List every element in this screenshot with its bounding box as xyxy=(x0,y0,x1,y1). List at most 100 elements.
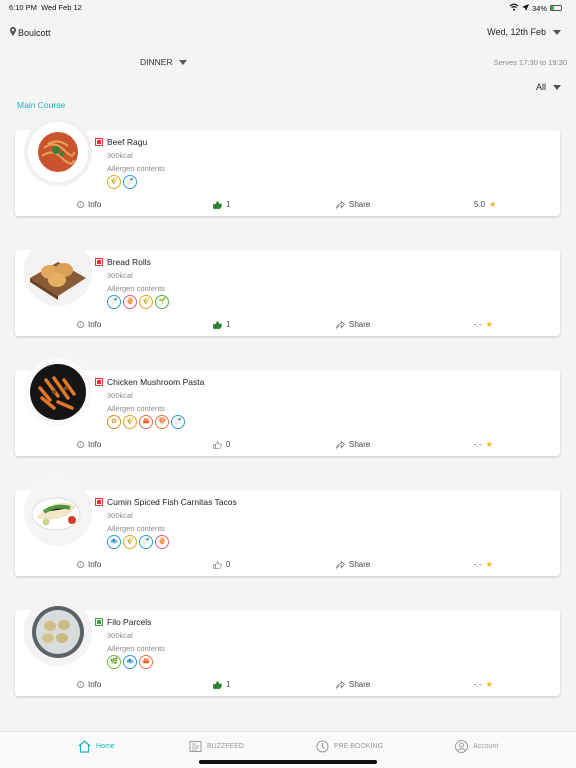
home-icon xyxy=(78,740,91,753)
rating-value: -.- xyxy=(474,440,482,449)
soy-icon: 🌱 xyxy=(155,295,169,309)
rating[interactable]: -.- ★ xyxy=(474,680,493,689)
filter-selector[interactable]: All xyxy=(536,82,561,92)
tab-pre-booking[interactable]: PRE BOOKING xyxy=(315,739,383,754)
info-button[interactable]: i Info xyxy=(77,320,101,329)
nonveg-indicator-icon xyxy=(95,138,103,146)
menu-card[interactable]: Filo Parcels 300kcal Allergen contents 🌿 🐟 🦀 i… xyxy=(15,598,560,696)
share-icon xyxy=(336,680,345,689)
info-button[interactable]: i Info xyxy=(77,680,101,689)
rating[interactable]: -.- ★ xyxy=(474,440,493,449)
star-icon: ★ xyxy=(489,200,497,209)
dish-photo[interactable] xyxy=(24,358,92,426)
celery-icon: 🌿 xyxy=(107,655,121,669)
star-icon: ★ xyxy=(485,320,493,329)
rating-value: -.- xyxy=(474,560,482,569)
star-icon: ★ xyxy=(485,560,493,569)
menu-card[interactable]: Chicken Mushroom Pasta 300kcal Allergen co… xyxy=(15,358,560,456)
veg-indicator-icon xyxy=(95,618,103,626)
share-label: Share xyxy=(349,320,371,329)
card-actions: i Info 0 Share -.- ★ xyxy=(15,560,560,572)
tab-account[interactable]: Account xyxy=(454,739,498,754)
dish-name[interactable]: Cumin Spiced Fish Carnitas Tacos xyxy=(107,497,237,507)
tab-pre-booking-label: PRE BOOKING xyxy=(334,743,384,750)
menu-card[interactable]: Beef Ragu 300kcal Allergen contents 🌾 🍼 i Info… xyxy=(15,118,560,216)
share-button[interactable]: Share xyxy=(336,560,370,569)
rating[interactable]: -.- ★ xyxy=(474,320,493,329)
allergen-label: Allergen contents xyxy=(107,164,165,173)
tab-home[interactable]: Home xyxy=(77,739,115,754)
info-icon: i xyxy=(77,321,84,328)
status-bar: 6:10 PM Wed Feb 12 34% xyxy=(0,0,576,14)
battery-icon xyxy=(550,5,562,11)
thumbs-up-icon xyxy=(213,680,222,689)
info-icon: i xyxy=(77,441,84,448)
nonveg-indicator-icon xyxy=(95,498,103,506)
chevron-down-icon xyxy=(553,29,561,35)
dish-kcal: 300kcal xyxy=(107,511,133,520)
menu-card[interactable]: Cumin Spiced Fish Carnitas Tacos 300kcal A… xyxy=(15,478,560,576)
share-label: Share xyxy=(349,680,371,689)
card-actions: i Info 0 Share -.- ★ xyxy=(15,440,560,452)
dish-kcal: 300kcal xyxy=(107,631,133,640)
date-selector[interactable]: Wed, 12th Feb xyxy=(487,27,561,37)
tab-buzzfeed-label: BUZZFEED xyxy=(207,743,244,750)
like-count: 0 xyxy=(226,440,231,449)
tab-buzzfeed[interactable]: BUZZFEED xyxy=(188,739,244,754)
wheat-icon: 🌾 xyxy=(123,535,137,549)
rating-value: 5.0 xyxy=(474,200,486,209)
dish-photo[interactable] xyxy=(24,478,92,546)
dish-photo[interactable] xyxy=(24,238,92,306)
info-icon: i xyxy=(77,201,84,208)
card-actions: i Info 1 Share -.- ★ xyxy=(15,320,560,332)
location-arrow-icon xyxy=(521,3,529,13)
milk-bottle-icon: 🍼 xyxy=(171,415,185,429)
share-icon xyxy=(336,320,345,329)
rating[interactable]: 5.0 ★ xyxy=(474,200,496,209)
info-label: Info xyxy=(88,560,102,569)
meal-selector[interactable]: DINNER xyxy=(140,57,187,67)
like-count: 1 xyxy=(226,320,231,329)
share-button[interactable]: Share xyxy=(336,320,370,329)
dish-name[interactable]: Filo Parcels xyxy=(107,617,151,627)
like-button[interactable]: 0 xyxy=(213,560,230,569)
like-button[interactable]: 1 xyxy=(213,320,230,329)
location-selector[interactable]: Boulcott xyxy=(10,27,51,38)
allergen-label: Allergen contents xyxy=(107,524,165,533)
tab-home-label: Home xyxy=(96,743,115,750)
like-count: 0 xyxy=(226,560,231,569)
fish-icon: 🐟 xyxy=(107,535,121,549)
dish-photo[interactable] xyxy=(24,598,92,666)
rating[interactable]: -.- ★ xyxy=(474,560,493,569)
status-right: 34% xyxy=(509,3,562,13)
milk-bottle-icon: 🍼 xyxy=(107,295,121,309)
mushroom-icon: 🍄 xyxy=(155,415,169,429)
dish-name[interactable]: Bread Rolls xyxy=(107,257,151,267)
info-button[interactable]: i Info xyxy=(77,200,101,209)
rating-value: -.- xyxy=(474,320,482,329)
info-button[interactable]: i Info xyxy=(77,440,101,449)
menu-card[interactable]: Bread Rolls 300kcal Allergen contents 🍼 🥚 🌾 🌱 i… xyxy=(15,238,560,336)
dish-name[interactable]: Beef Ragu xyxy=(107,137,147,147)
allergen-list: ✿ 🌾 🦀 🍄 🍼 xyxy=(107,415,185,429)
rating-value: -.- xyxy=(474,680,482,689)
like-button[interactable]: 1 xyxy=(213,200,230,209)
share-button[interactable]: Share xyxy=(336,680,370,689)
dish-kcal: 300kcal xyxy=(107,151,133,160)
section-title: Main Course xyxy=(17,100,66,110)
meal-label: DINNER xyxy=(140,57,173,67)
serves-time: Serves 17:30 to 19:30 xyxy=(493,58,567,67)
map-pin-icon xyxy=(10,27,16,38)
dish-name[interactable]: Chicken Mushroom Pasta xyxy=(107,377,204,387)
thumbs-up-icon xyxy=(213,320,222,329)
battery-percent: 34% xyxy=(531,3,547,13)
share-button[interactable]: Share xyxy=(336,440,370,449)
share-button[interactable]: Share xyxy=(336,200,370,209)
nonveg-indicator-icon xyxy=(95,258,103,266)
egg-icon: 🥚 xyxy=(155,535,169,549)
star-icon: ★ xyxy=(485,440,493,449)
info-button[interactable]: i Info xyxy=(77,560,101,569)
dish-photo[interactable] xyxy=(24,118,92,186)
like-button[interactable]: 1 xyxy=(213,680,230,689)
like-button[interactable]: 0 xyxy=(213,440,230,449)
